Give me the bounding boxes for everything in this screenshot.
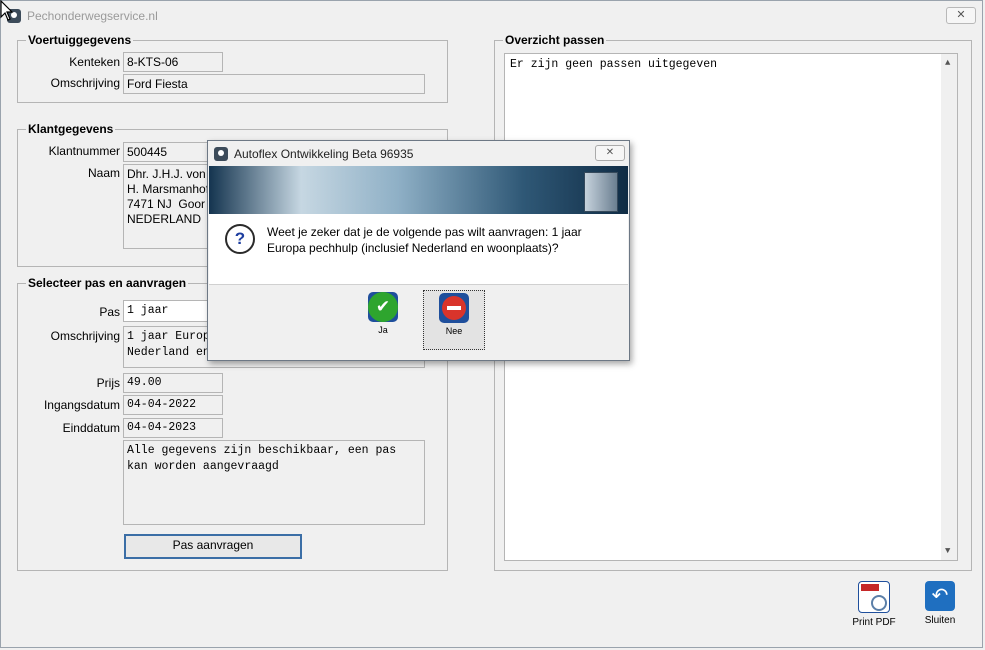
yes-button[interactable]: Ja (366, 292, 400, 335)
mouse-cursor-icon (0, 0, 14, 21)
pass-desc-label: Omschrijving (50, 329, 120, 343)
no-button[interactable]: Nee (423, 290, 485, 350)
question-icon: ? (225, 224, 255, 254)
dialog-title: Autoflex Ontwikkeling Beta 96935 (234, 147, 414, 161)
customer-name-label: Naam (87, 166, 120, 180)
confirm-dialog: Autoflex Ontwikkeling Beta 96935 ✕ ? Wee… (207, 140, 630, 361)
print-pdf-label: Print PDF (852, 617, 896, 628)
price-field[interactable]: 49.00 (123, 373, 223, 393)
overview-legend: Overzicht passen (503, 33, 607, 47)
title-bar: Pechonderwegservice.nl ✕ (1, 1, 982, 31)
dialog-close-button[interactable]: ✕ (595, 145, 625, 161)
overview-scrollbar[interactable]: ▲ ▼ (941, 54, 957, 560)
pdf-icon (858, 581, 890, 613)
dialog-banner (209, 166, 628, 214)
undo-arrow-icon: ↶ (925, 581, 955, 611)
vehicle-desc-label: Omschrijving (50, 76, 120, 90)
scroll-up-icon[interactable]: ▲ (945, 58, 950, 68)
start-date-field[interactable]: 04-04-2022 (123, 395, 223, 415)
close-button[interactable]: ↶ Sluiten (919, 581, 961, 626)
checkmark-icon (368, 292, 398, 322)
dialog-app-icon (214, 147, 228, 161)
print-pdf-button[interactable]: Print PDF (847, 581, 901, 628)
dialog-title-bar: Autoflex Ontwikkeling Beta 96935 ✕ (208, 141, 629, 166)
start-date-label: Ingangsdatum (43, 398, 120, 412)
banner-logo (584, 172, 618, 212)
dialog-message-area: ? Weet je zeker dat je de volgende pas w… (209, 214, 628, 285)
no-label: Nee (445, 326, 463, 336)
scroll-down-icon[interactable]: ▼ (945, 546, 950, 556)
status-text: Alle gegevens zijn beschikbaar, een pas … (123, 440, 425, 525)
close-label: Sluiten (924, 615, 956, 626)
plate-field[interactable]: 8-KTS-06 (123, 52, 223, 72)
vehicle-group: Voertuiggegevens Kenteken 8-KTS-06 Omsch… (17, 33, 448, 103)
yes-label: Ja (378, 325, 388, 335)
vehicle-legend: Voertuiggegevens (26, 33, 134, 47)
dialog-message: Weet je zeker dat je de volgende pas wil… (267, 225, 582, 255)
end-date-field[interactable]: 04-04-2023 (123, 418, 223, 438)
vehicle-desc-field[interactable]: Ford Fiesta (123, 74, 425, 94)
customer-legend: Klantgegevens (26, 122, 116, 136)
overview-text: Er zijn geen passen uitgegeven (510, 58, 718, 71)
price-label: Prijs (96, 376, 120, 390)
window-close-button[interactable]: ✕ (946, 7, 976, 24)
window-title: Pechonderwegservice.nl (27, 9, 158, 23)
end-date-label: Einddatum (62, 421, 120, 435)
request-pass-button[interactable]: Pas aanvragen (124, 534, 302, 559)
pass-label: Pas (99, 305, 120, 319)
customer-number-label: Klantnummer (48, 144, 120, 158)
plate-label: Kenteken (69, 55, 120, 69)
pass-legend: Selecteer pas en aanvragen (26, 276, 189, 290)
stop-icon (439, 293, 469, 323)
